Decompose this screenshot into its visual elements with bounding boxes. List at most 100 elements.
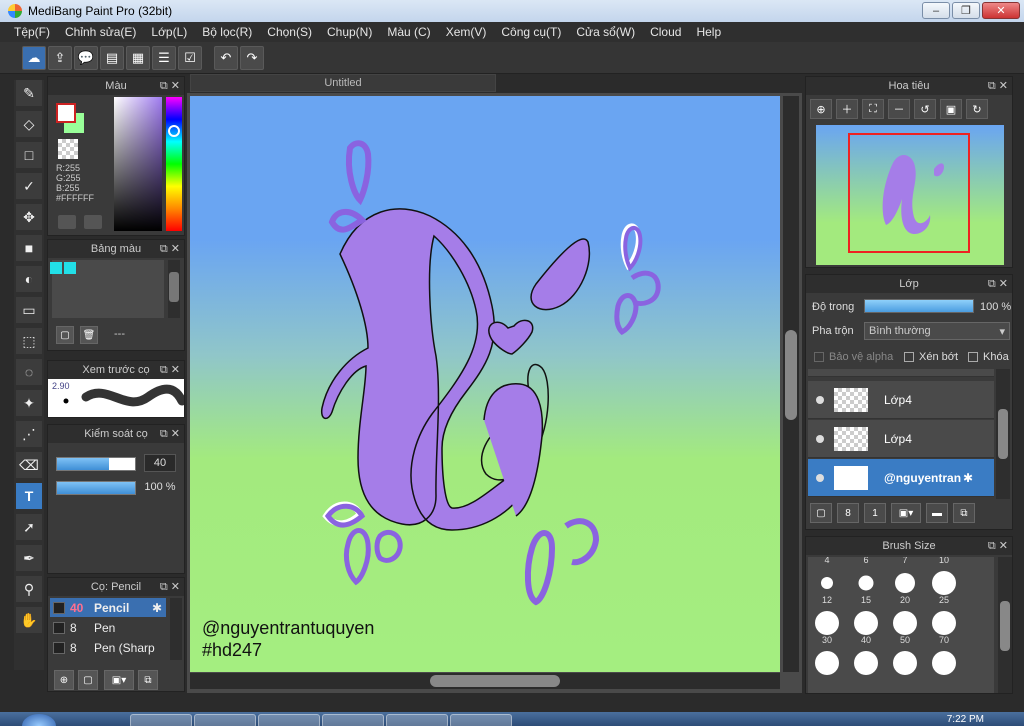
brush-size-option[interactable] — [925, 647, 963, 687]
undo-icon[interactable]: ↶ — [214, 45, 238, 70]
lock-option[interactable]: Khóa — [968, 351, 1009, 363]
pipette-tool-icon[interactable]: ⚲ — [16, 576, 42, 602]
navigator-viewport-frame[interactable] — [848, 133, 970, 253]
select-pen-tool-icon[interactable]: ⋰ — [16, 421, 42, 447]
color-mode-button[interactable] — [58, 215, 76, 229]
palette-color-chip[interactable] — [64, 262, 76, 274]
zoom-out-icon[interactable]: － — [888, 99, 910, 119]
visibility-icon[interactable] — [816, 434, 824, 443]
brush-list-scrollbar[interactable] — [170, 598, 182, 660]
layer-scroll-thumb[interactable] — [998, 409, 1008, 459]
taskbar-app[interactable] — [258, 714, 320, 726]
menu-file[interactable]: Tệp(F) — [14, 25, 50, 39]
brush-tool-icon[interactable]: ✎ — [16, 80, 42, 106]
maximize-button[interactable]: ❐ — [952, 2, 980, 19]
horizontal-scroll-thumb[interactable] — [430, 675, 560, 687]
new-layer-icon[interactable]: ▢ — [810, 503, 832, 523]
shape-tool-icon[interactable]: □ — [16, 142, 42, 168]
menu-layer[interactable]: Lớp(L) — [151, 25, 187, 39]
move-tool-icon[interactable]: ✥ — [16, 204, 42, 230]
color-settings-button[interactable] — [84, 215, 102, 229]
canvas-horizontal-scrollbar[interactable] — [190, 673, 780, 689]
layer-opacity-slider[interactable] — [864, 299, 974, 313]
layer-item[interactable]: Lớp4 — [808, 420, 994, 458]
add-layer-menu-icon[interactable]: ▣▾ — [891, 503, 921, 523]
vertical-scroll-thumb[interactable] — [785, 330, 797, 420]
fill-rect-tool-icon[interactable]: ■ — [16, 235, 42, 261]
visibility-icon[interactable] — [816, 395, 824, 404]
panel-controls[interactable]: ⧉ ✕ — [988, 539, 1008, 553]
tab-untitled[interactable]: Untitled — [190, 74, 496, 92]
minimize-button[interactable]: – — [922, 2, 950, 19]
brush-size-option[interactable] — [886, 647, 924, 687]
brush-item-pen-sharp[interactable]: 8 Pen (Sharp — [50, 638, 166, 657]
brush-item-pencil[interactable]: 40 Pencil ✱ — [50, 598, 166, 617]
new-palette-icon[interactable]: ▢ — [56, 326, 74, 344]
brush-size-option[interactable]: 40 — [847, 607, 885, 647]
protect-alpha-option[interactable]: Bảo vệ alpha — [814, 351, 893, 363]
close-button[interactable]: ✕ — [982, 2, 1020, 19]
text-tool-icon[interactable]: T — [16, 483, 42, 509]
taskbar-app[interactable] — [450, 714, 512, 726]
panel-controls[interactable]: ⧉ ✕ — [160, 79, 180, 93]
gear-icon[interactable]: ✱ — [152, 601, 162, 615]
brush-size-scroll-thumb[interactable] — [1000, 601, 1010, 651]
taskbar-app[interactable] — [322, 714, 384, 726]
brush-size-option[interactable]: 15 — [847, 567, 885, 607]
blend-mode-select[interactable]: Bình thường ▾ — [864, 322, 1010, 340]
checklist-icon[interactable]: ☑ — [178, 45, 202, 70]
gradient-tool-icon[interactable]: ▭ — [16, 297, 42, 323]
redo-icon[interactable]: ↷ — [240, 45, 264, 70]
menu-edit[interactable]: Chỉnh sửa(E) — [65, 25, 136, 39]
brush-size-value[interactable]: 40 — [144, 454, 176, 472]
panel-controls[interactable]: ⧉ ✕ — [988, 277, 1008, 291]
bucket-tool-icon[interactable]: ◐ — [16, 266, 42, 292]
brush-size-scrollbar[interactable] — [998, 557, 1012, 693]
menu-color[interactable]: Màu (C) — [387, 25, 430, 39]
taskbar-app[interactable] — [130, 714, 192, 726]
operation-tool-icon[interactable]: ➚ — [16, 514, 42, 540]
hand-tool-icon[interactable]: ✋ — [16, 607, 42, 633]
palette-scroll-thumb[interactable] — [169, 272, 179, 302]
transparent-swatch[interactable] — [58, 139, 78, 159]
delete-palette-icon[interactable]: 🗑 — [80, 326, 98, 344]
actual-size-icon[interactable]: ▣ — [940, 99, 962, 119]
new-8bit-layer-icon[interactable]: 8 — [837, 503, 859, 523]
layer-item-selected[interactable]: @nguyentran ✱ — [808, 459, 994, 497]
menu-capture[interactable]: Chụp(N) — [327, 25, 372, 39]
new-1bit-layer-icon[interactable]: 1 — [864, 503, 886, 523]
brush-item-pen[interactable]: 8 Pen — [50, 618, 166, 637]
clipping-option[interactable]: Xén bớt — [904, 351, 958, 363]
layer-item-partial[interactable] — [808, 369, 994, 377]
panel-controls[interactable]: ⧉ ✕ — [160, 580, 180, 594]
menu-help[interactable]: Help — [696, 25, 721, 39]
select-rect-tool-icon[interactable]: ⬚ — [16, 328, 42, 354]
menu-select[interactable]: Chọn(S) — [267, 25, 312, 39]
duplicate-layer-icon[interactable]: ⧉ — [953, 503, 975, 523]
fit-icon[interactable]: ⛶ — [862, 99, 884, 119]
rotate-right-icon[interactable]: ↻ — [966, 99, 988, 119]
menu-cloud[interactable]: Cloud — [650, 25, 681, 39]
brush-settings-icon[interactable]: ⧉ — [138, 670, 158, 690]
zoom-icon[interactable]: ⊕ — [810, 99, 832, 119]
menu-tools[interactable]: Công cụ(T) — [501, 25, 561, 39]
navigator-thumbnail[interactable] — [816, 125, 1004, 265]
gear-icon[interactable]: ✱ — [963, 471, 973, 485]
protect-alpha-checkbox[interactable] — [814, 352, 824, 362]
eyedropper-tool-icon[interactable]: ✒ — [16, 545, 42, 571]
cloud-icon[interactable]: ☁ — [22, 45, 46, 70]
document-icon[interactable]: ▦ — [126, 45, 150, 70]
brush-size-option[interactable]: 30 — [808, 607, 846, 647]
clipping-checkbox[interactable] — [904, 352, 914, 362]
lasso-tool-icon[interactable]: ◌ — [16, 359, 42, 385]
select-eraser-tool-icon[interactable]: ⌫ — [16, 452, 42, 478]
brush-size-option[interactable]: 12 — [808, 567, 846, 607]
brush-size-option[interactable]: 25 — [925, 567, 963, 607]
upload-icon[interactable]: ⇪ — [48, 45, 72, 70]
start-button[interactable] — [22, 714, 56, 726]
hue-slider[interactable] — [166, 97, 182, 231]
zoom-in-icon[interactable]: ＋ — [836, 99, 858, 119]
eraser-tool-icon[interactable]: ◇ — [16, 111, 42, 137]
layer-item[interactable]: Lớp4 — [808, 381, 994, 419]
canvas-vertical-scrollbar[interactable] — [783, 96, 799, 672]
